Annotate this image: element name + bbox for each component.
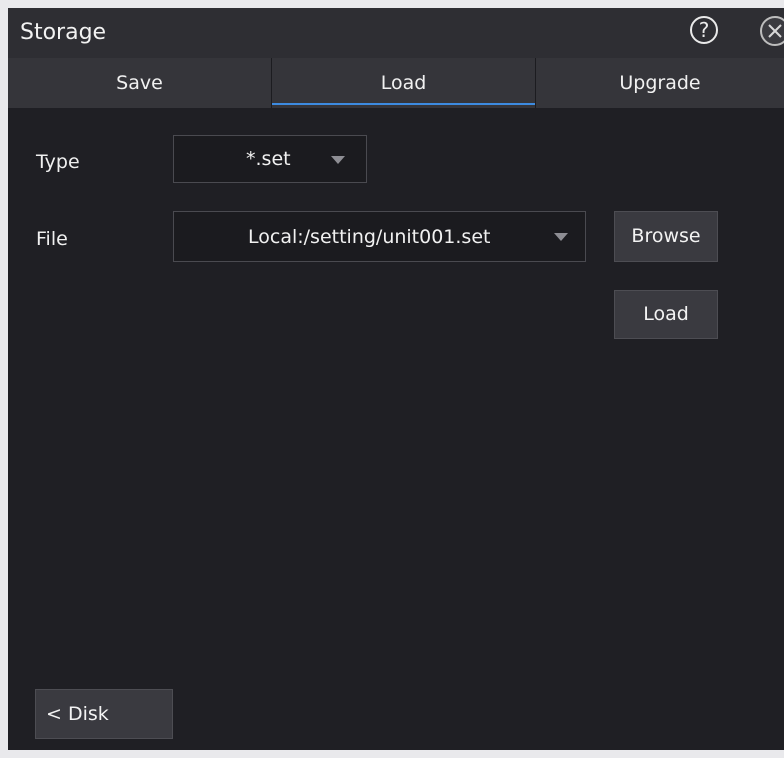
help-icon[interactable]: ? [690,16,718,44]
active-tab-indicator [272,103,535,105]
dropdown-arrow-icon [554,233,568,241]
tab-load-label: Load [380,72,427,94]
browse-button[interactable]: Browse [614,211,718,262]
file-value: Local:/setting/unit001.set [248,226,491,248]
file-dropdown[interactable]: Local:/setting/unit001.set [173,211,586,262]
tab-save[interactable]: Save [8,58,272,108]
tab-upgrade[interactable]: Upgrade [536,58,784,108]
type-dropdown[interactable]: *.set [173,135,367,183]
type-value: *.set [246,148,291,170]
load-button[interactable]: Load [614,290,718,339]
close-icon[interactable] [760,16,784,46]
close-x-glyph [768,24,782,38]
dropdown-arrow-icon [331,156,345,164]
type-label: Type [36,151,80,173]
file-label: File [36,228,68,250]
tab-bar: Save Load Upgrade [8,58,784,108]
tab-upgrade-label: Upgrade [619,72,701,94]
title-bar: Storage ? [8,8,784,58]
tab-save-label: Save [116,72,163,94]
disk-button[interactable]: < Disk [35,689,173,739]
storage-dialog: Storage ? Save Load Upgrade Type *.set F… [8,8,784,750]
dialog-title: Storage [20,20,107,45]
tab-load[interactable]: Load [272,58,536,108]
